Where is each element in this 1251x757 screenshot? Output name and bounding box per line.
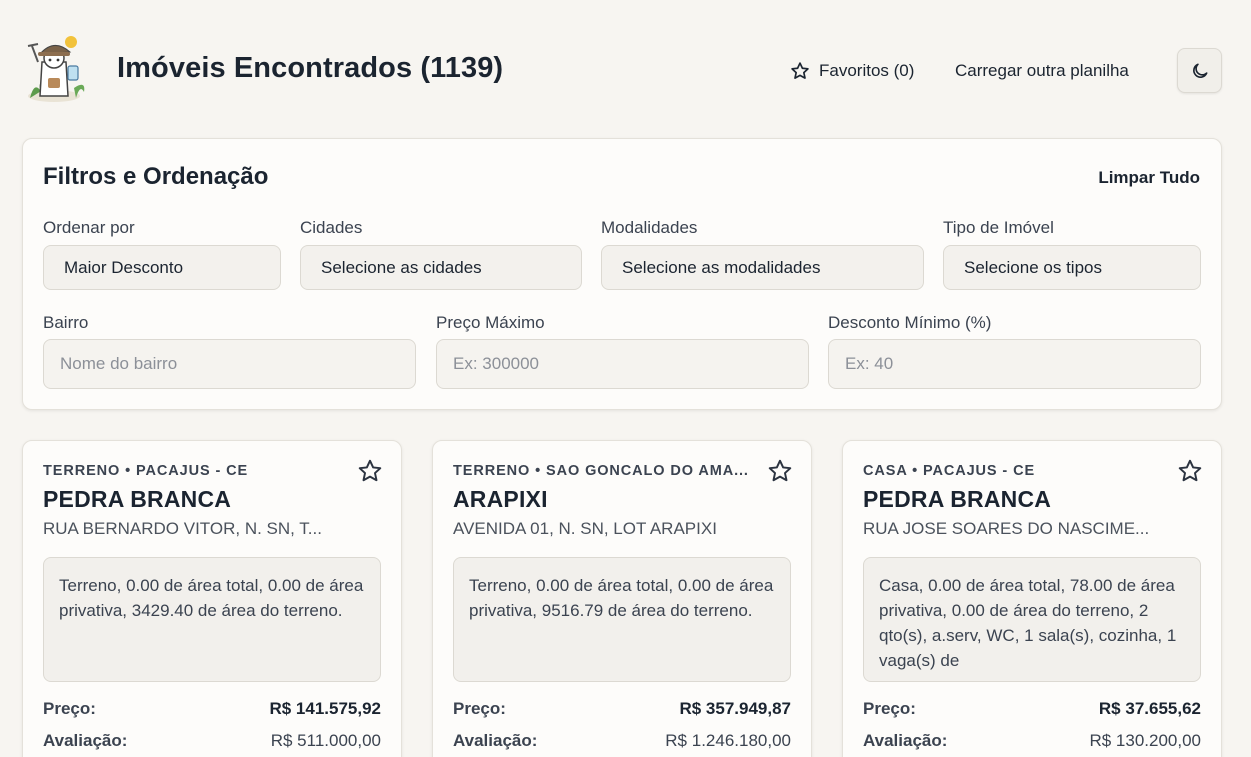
star-icon [791, 62, 809, 79]
page-header: Imóveis Encontrados (1139) Favoritos (0)… [0, 0, 1251, 140]
price-row: Preço: R$ 37.655,62 [863, 699, 1201, 719]
price-label: Preço: [453, 699, 506, 718]
modalities-label: Modalidades [601, 218, 698, 237]
bairro-input[interactable] [43, 339, 416, 389]
filters-panel: Filtros e Ordenação Limpar Tudo Ordenar … [22, 138, 1222, 410]
filters-title: Filtros e Ordenação [43, 163, 269, 190]
price-label: Preço: [43, 699, 96, 718]
cities-label: Cidades [300, 218, 363, 237]
app-logo [24, 32, 92, 104]
page-title: Imóveis Encontrados (1139) [117, 52, 504, 84]
theme-toggle-button[interactable] [1177, 48, 1222, 93]
price-value: R$ 357.949,87 [679, 699, 791, 718]
load-spreadsheet-button[interactable]: Carregar outra planilha [955, 58, 1129, 84]
star-outline-icon [358, 459, 382, 482]
sort-label: Ordenar por [43, 218, 135, 237]
evaluation-row: Avaliação: R$ 130.200,00 [863, 731, 1201, 751]
moon-icon [1192, 63, 1207, 78]
property-type-select[interactable]: Selecione os tipos [943, 245, 1201, 290]
min-discount-input[interactable] [828, 339, 1201, 389]
evaluation-row: Avaliação: R$ 511.000,00 [43, 731, 381, 751]
card-address: AVENIDA 01, N. SN, LOT ARAPIXI [453, 519, 717, 538]
evaluation-label: Avaliação: [43, 731, 128, 750]
star-outline-icon [1178, 459, 1202, 482]
card-title: ARAPIXI [453, 486, 548, 512]
sort-select[interactable]: Maior Desconto [43, 245, 281, 290]
card-address: RUA BERNARDO VITOR, N. SN, T... [43, 519, 322, 538]
card-description: Terreno, 0.00 de área total, 0.00 de áre… [43, 557, 381, 682]
max-price-label: Preço Máximo [436, 313, 545, 332]
card-meta: TERRENO • SAO GONCALO DO AMA... [453, 463, 749, 479]
modalities-select[interactable]: Selecione as modalidades [601, 245, 924, 290]
card-meta: CASA • PACAJUS - CE [863, 463, 1036, 479]
cities-select[interactable]: Selecione as cidades [300, 245, 582, 290]
evaluation-row: Avaliação: R$ 1.246.180,00 [453, 731, 791, 751]
price-label: Preço: [863, 699, 916, 718]
favorite-star-button[interactable] [357, 458, 383, 489]
favorites-button[interactable]: Favoritos (0) [790, 58, 914, 84]
evaluation-value: R$ 511.000,00 [270, 731, 381, 750]
price-row: Preço: R$ 357.949,87 [453, 699, 791, 719]
evaluation-value: R$ 1.246.180,00 [665, 731, 791, 750]
property-type-label: Tipo de Imóvel [943, 218, 1054, 237]
min-discount-label: Desconto Mínimo (%) [828, 313, 992, 332]
evaluation-value: R$ 130.200,00 [1089, 731, 1201, 750]
favorites-label: Favoritos (0) [819, 61, 915, 80]
card-address: RUA JOSE SOARES DO NASCIME... [863, 519, 1150, 538]
property-card[interactable]: TERRENO • PACAJUS - CE PEDRA BRANCA RUA … [22, 440, 402, 757]
card-description: Terreno, 0.00 de área total, 0.00 de áre… [453, 557, 791, 682]
favorite-star-button[interactable] [1177, 458, 1203, 489]
card-meta: TERRENO • PACAJUS - CE [43, 463, 249, 479]
price-row: Preço: R$ 141.575,92 [43, 699, 381, 719]
property-card[interactable]: TERRENO • SAO GONCALO DO AMA... ARAPIXI … [432, 440, 812, 757]
price-value: R$ 141.575,92 [269, 699, 381, 718]
card-title: PEDRA BRANCA [43, 486, 232, 512]
favorite-star-button[interactable] [767, 458, 793, 489]
max-price-input[interactable] [436, 339, 809, 389]
card-title: PEDRA BRANCA [863, 486, 1052, 512]
star-outline-icon [768, 459, 792, 482]
card-description: Casa, 0.00 de área total, 78.00 de área … [863, 557, 1201, 682]
clear-all-button[interactable]: Limpar Tudo [1098, 168, 1200, 188]
evaluation-label: Avaliação: [453, 731, 538, 750]
bairro-label: Bairro [43, 313, 89, 332]
property-card[interactable]: CASA • PACAJUS - CE PEDRA BRANCA RUA JOS… [842, 440, 1222, 757]
price-value: R$ 37.655,62 [1098, 699, 1201, 718]
evaluation-label: Avaliação: [863, 731, 948, 750]
